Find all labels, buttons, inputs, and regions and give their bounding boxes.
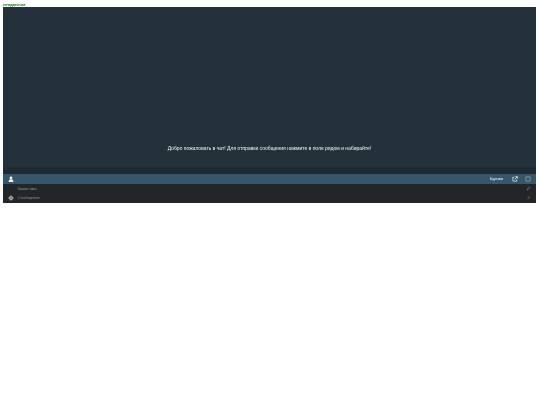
- welcome-message: Добро пожаловать в чат! Для отправки соо…: [167, 146, 372, 152]
- message-field[interactable]: Сообщение: [3, 193, 536, 203]
- chat-toolbar: Буриви: [3, 174, 536, 184]
- gear-icon[interactable]: [8, 195, 14, 201]
- send-icon[interactable]: [526, 195, 531, 200]
- chat-messages-area[interactable]: Добро пожаловать в чат! Для отправки соо…: [3, 7, 536, 167]
- name-field[interactable]: Ваше имя: [3, 184, 536, 193]
- external-link-icon[interactable]: [512, 176, 518, 182]
- name-field-placeholder: Ваше имя: [18, 186, 37, 191]
- expand-icon[interactable]: [525, 176, 531, 182]
- user-icon[interactable]: [8, 176, 14, 182]
- pencil-icon[interactable]: [526, 186, 531, 191]
- message-field-placeholder: Сообщение: [18, 195, 40, 200]
- chat-window: Добро пожаловать в чат! Для отправки соо…: [3, 7, 536, 203]
- brand-label[interactable]: Буриви: [490, 176, 503, 182]
